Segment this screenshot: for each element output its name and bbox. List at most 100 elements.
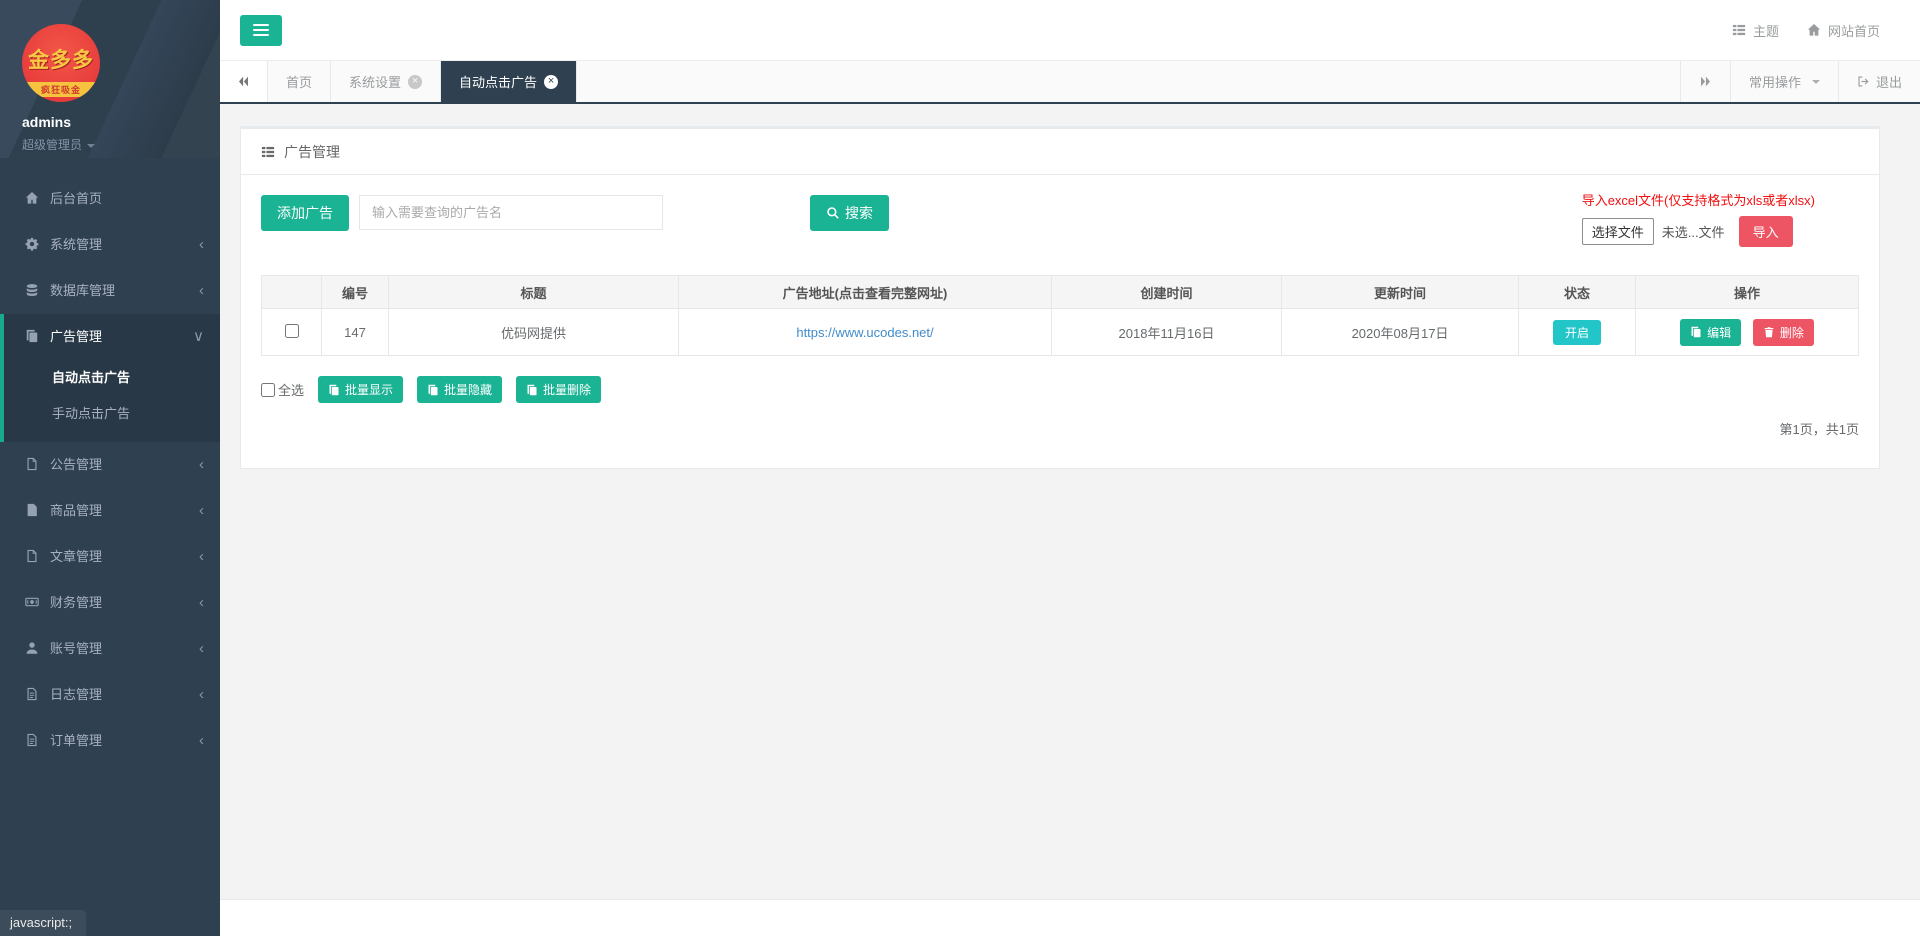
ad-management-panel: 广告管理 添加广告 搜索 导入excel文件(仅支持格式为xls或者xlsx) (240, 126, 1880, 469)
header-operations: 操作 (1636, 276, 1859, 309)
page-title: 广告管理 (284, 142, 340, 162)
user-role-dropdown[interactable]: 超级管理员 (22, 136, 220, 153)
file-text-icon (25, 687, 41, 701)
browser-status-bar: javascript:; (0, 910, 86, 936)
excel-import-box: 导入excel文件(仅支持格式为xls或者xlsx) 选择文件 未选...文件 … (1582, 190, 1815, 247)
sidebar-profile: 金多多 疯狂吸金 admins 超级管理员 (0, 0, 220, 158)
tabs-scroll-right-button[interactable] (1680, 61, 1730, 102)
site-home-link[interactable]: 网站首页 (1807, 21, 1880, 40)
tabbar-right: 常用操作 退出 (1680, 61, 1920, 102)
list-icon (261, 145, 275, 159)
copy-icon (328, 384, 340, 396)
topbar-links: 主题 网站首页 (1732, 21, 1880, 40)
close-icon[interactable]: × (408, 75, 422, 89)
sidebar-item-accounts[interactable]: 账号管理 ‹ (0, 626, 220, 672)
sidebar-item-articles[interactable]: 文章管理 ‹ (0, 534, 220, 580)
toolbar: 添加广告 搜索 导入excel文件(仅支持格式为xls或者xlsx) 选择文件 … (261, 195, 1859, 251)
theme-list-icon (1732, 23, 1746, 37)
brand-logo: 金多多 疯狂吸金 (22, 24, 100, 102)
main-area: 主题 网站首页 首页 系统设置 × 自动点击广告 × (220, 0, 1920, 936)
batch-hide-button[interactable]: 批量隐藏 (417, 376, 502, 403)
file-icon (25, 549, 41, 563)
sidebar: 金多多 疯狂吸金 admins 超级管理员 后台首页 系统管理 ‹ 数据库管理 … (0, 0, 220, 936)
sidebar-toggle-button[interactable] (240, 15, 282, 46)
import-note: 导入excel文件(仅支持格式为xls或者xlsx) (1582, 190, 1815, 209)
status-badge[interactable]: 开启 (1553, 320, 1601, 345)
sidebar-item-database[interactable]: 数据库管理 ‹ (0, 268, 220, 314)
header-status: 状态 (1519, 276, 1636, 309)
file-chosen-status: 未选...文件 (1662, 222, 1725, 241)
sidebar-item-system[interactable]: 系统管理 ‹ (0, 222, 220, 268)
sign-out-icon (1857, 75, 1870, 88)
sidebar-subitem-auto-click-ads[interactable]: 自动点击广告 (4, 360, 220, 396)
sidebar-item-dashboard[interactable]: 后台首页 (0, 176, 220, 222)
search-icon (826, 206, 840, 220)
database-icon (25, 283, 41, 297)
import-row: 选择文件 未选...文件 导入 (1582, 216, 1815, 247)
sidebar-group-ads: 广告管理 ∨ 自动点击广告 手动点击广告 (0, 314, 220, 442)
tabbar: 首页 系统设置 × 自动点击广告 × 常用操作 退出 (220, 60, 1920, 104)
chevron-left-icon: ‹ (199, 222, 204, 268)
delete-button[interactable]: 删除 (1753, 319, 1814, 346)
copy-icon (526, 384, 538, 396)
search-button[interactable]: 搜索 (810, 195, 889, 231)
user-icon (25, 641, 41, 655)
common-operations-dropdown[interactable]: 常用操作 (1730, 61, 1838, 102)
tab-home[interactable]: 首页 (268, 61, 331, 102)
header-id: 编号 (322, 276, 389, 309)
sidebar-item-finance[interactable]: 财务管理 ‹ (0, 580, 220, 626)
batch-show-button[interactable]: 批量显示 (318, 376, 403, 403)
sidebar-menu: 后台首页 系统管理 ‹ 数据库管理 ‹ 广告管理 ∨ 自动点击广告 手动点击广告 (0, 176, 220, 764)
select-all-input[interactable] (261, 383, 275, 397)
cell-title: 优码网提供 (389, 309, 679, 356)
chevron-left-icon: ‹ (199, 580, 204, 626)
file-text-icon (25, 733, 41, 747)
home-icon (25, 191, 41, 205)
cell-updated: 2020年08月17日 (1282, 309, 1519, 356)
pagination: 第1页，共1页 (261, 419, 1859, 438)
chevron-left-icon: ‹ (199, 442, 204, 488)
chevron-down-icon: ∨ (193, 314, 204, 360)
sidebar-item-logs[interactable]: 日志管理 ‹ (0, 672, 220, 718)
theme-link[interactable]: 主题 (1732, 21, 1779, 40)
chevron-down-icon (87, 144, 95, 148)
close-icon[interactable]: × (544, 75, 558, 89)
admin-app: 金多多 疯狂吸金 admins 超级管理员 后台首页 系统管理 ‹ 数据库管理 … (0, 0, 1920, 936)
row-checkbox[interactable] (285, 324, 299, 338)
tab-auto-click-ads[interactable]: 自动点击广告 × (441, 61, 577, 102)
copy-icon (1690, 326, 1702, 338)
tabs-scroll-left-button[interactable] (220, 61, 268, 102)
sidebar-subitem-manual-click-ads[interactable]: 手动点击广告 (4, 396, 220, 432)
logout-button[interactable]: 退出 (1838, 61, 1920, 102)
cell-id: 147 (322, 309, 389, 356)
choose-file-button[interactable]: 选择文件 (1582, 218, 1654, 245)
copy-icon (427, 384, 439, 396)
table-row: 147 优码网提供 https://www.ucodes.net/ 2018年1… (262, 309, 1859, 356)
topbar: 主题 网站首页 (220, 0, 1920, 60)
file-solid-icon (25, 503, 41, 517)
ads-table: 编号 标题 广告地址(点击查看完整网址) 创建时间 更新时间 状态 操作 (261, 275, 1859, 356)
sidebar-item-goods[interactable]: 商品管理 ‹ (0, 488, 220, 534)
add-ad-button[interactable]: 添加广告 (261, 195, 349, 231)
username: admins (22, 114, 220, 130)
bottom-spacer (220, 900, 1920, 936)
header-url: 广告地址(点击查看完整网址) (679, 276, 1052, 309)
file-icon (25, 457, 41, 471)
sidebar-item-notice[interactable]: 公告管理 ‹ (0, 442, 220, 488)
ad-url-link[interactable]: https://www.ucodes.net/ (796, 325, 933, 340)
edit-button[interactable]: 编辑 (1680, 319, 1741, 346)
sidebar-item-orders[interactable]: 订单管理 ‹ (0, 718, 220, 764)
chevron-left-icon: ‹ (199, 672, 204, 718)
batch-delete-button[interactable]: 批量删除 (516, 376, 601, 403)
trash-icon (1763, 326, 1775, 338)
tab-system-settings[interactable]: 系统设置 × (331, 61, 441, 102)
search-input[interactable] (359, 195, 663, 230)
sidebar-item-ads[interactable]: 广告管理 ∨ (4, 314, 220, 360)
gear-icon (25, 237, 41, 251)
header-checkbox-col (262, 276, 322, 309)
select-all-checkbox[interactable]: 全选 (261, 380, 304, 399)
import-button[interactable]: 导入 (1739, 216, 1793, 247)
table-header-row: 编号 标题 广告地址(点击查看完整网址) 创建时间 更新时间 状态 操作 (262, 276, 1859, 309)
sidebar-submenu-ads: 自动点击广告 手动点击广告 (4, 360, 220, 442)
chevron-left-icon: ‹ (199, 534, 204, 580)
